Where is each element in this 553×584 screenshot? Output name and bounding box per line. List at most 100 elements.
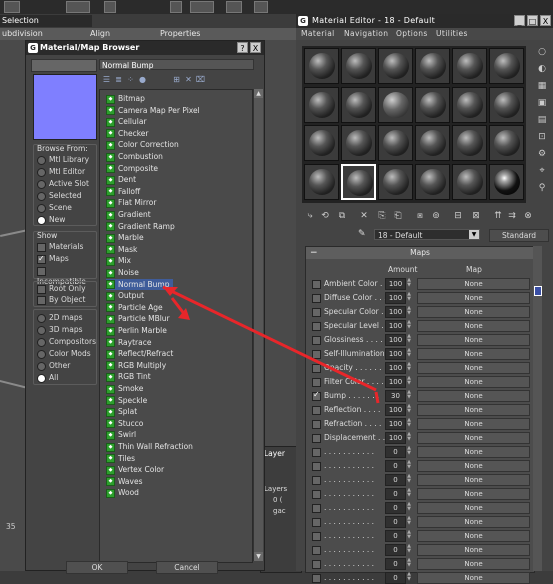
amount-spinner-icon[interactable]: ▲ ▼: [406, 320, 412, 331]
map-list-item[interactable]: ◆ Marble: [106, 232, 144, 243]
map-slot-button[interactable]: None: [417, 446, 530, 458]
toolbar-button[interactable]: [104, 1, 116, 13]
map-enable-checkbox[interactable]: [312, 378, 321, 387]
map-list-item[interactable]: ◆ RGB Multiply: [106, 360, 166, 371]
map-slot-button[interactable]: None: [417, 502, 530, 514]
go-forward-sibling-icon[interactable]: ⇉: [506, 210, 518, 222]
amount-field[interactable]: 0: [385, 530, 406, 542]
reset-map-icon[interactable]: ✕: [358, 210, 370, 222]
sample-slot[interactable]: [452, 48, 487, 84]
amount-spinner-icon[interactable]: ▲ ▼: [406, 558, 412, 569]
menu-material[interactable]: Material: [301, 29, 335, 38]
map-slot-button[interactable]: None: [417, 474, 530, 486]
map-enable-checkbox[interactable]: [312, 420, 321, 429]
sample-slot[interactable]: [304, 163, 339, 200]
sample-slot[interactable]: [304, 125, 339, 161]
show-end-result-icon[interactable]: ⊠: [470, 210, 482, 222]
map-enable-checkbox[interactable]: [312, 350, 321, 359]
amount-field[interactable]: 0: [385, 488, 406, 500]
make-copy-icon[interactable]: ⎘: [376, 210, 388, 222]
map-list-item[interactable]: ◆ Gradient: [106, 209, 151, 220]
radio-3d-maps[interactable]: 3D maps: [37, 324, 83, 335]
amount-field[interactable]: 0: [385, 502, 406, 514]
amount-spinner-icon[interactable]: ▲ ▼: [406, 432, 412, 443]
map-list-item[interactable]: ◆ Swirl: [106, 429, 136, 440]
material-name-dropdown[interactable]: 18 - Default: [374, 229, 480, 240]
check-by-object[interactable]: By Object: [37, 294, 85, 305]
map-enable-checkbox[interactable]: [312, 574, 321, 583]
map-slot-button[interactable]: None: [417, 320, 530, 332]
show-map-icon[interactable]: ⊟: [452, 210, 464, 222]
amount-spinner-icon[interactable]: ▲ ▼: [406, 488, 412, 499]
amount-spinner-icon[interactable]: ▲ ▼: [406, 362, 412, 373]
map-enable-checkbox[interactable]: [312, 448, 321, 457]
sample-slot[interactable]: [415, 163, 450, 200]
scroll-up-icon[interactable]: ▲: [254, 89, 263, 98]
make-preview-icon[interactable]: ⊡: [536, 131, 548, 143]
radio-2d-maps[interactable]: 2D maps: [37, 312, 83, 323]
material-type-button[interactable]: Standard: [489, 229, 549, 242]
map-slot-button[interactable]: None: [417, 278, 530, 290]
map-list-item[interactable]: ◆ Reflect/Refract: [106, 348, 173, 359]
map-enable-checkbox[interactable]: [312, 322, 321, 331]
map-list-item[interactable]: ◆ Bitmap: [106, 93, 145, 104]
map-enable-checkbox[interactable]: [312, 364, 321, 373]
select-by-material-icon[interactable]: ⌖: [536, 165, 548, 177]
sample-slot[interactable]: [304, 86, 339, 123]
sample-slot[interactable]: [341, 86, 376, 123]
map-slot-button[interactable]: None: [417, 362, 530, 374]
radio-other[interactable]: Other: [37, 360, 70, 371]
maximize-button[interactable]: □: [527, 15, 538, 26]
map-enable-checkbox[interactable]: [312, 490, 321, 499]
amount-spinner-icon[interactable]: ▲ ▼: [406, 446, 412, 457]
chevron-down-icon[interactable]: ▼: [469, 230, 479, 239]
ok-button[interactable]: OK: [66, 561, 128, 574]
clear-icon[interactable]: ⌧: [195, 74, 206, 85]
check-maps[interactable]: Maps: [37, 253, 69, 264]
map-list-item[interactable]: ◆ Cellular: [106, 116, 147, 127]
go-to-parent-icon[interactable]: ⇈: [492, 210, 504, 222]
editor-scrollbar[interactable]: [533, 246, 542, 571]
map-slot-button[interactable]: None: [417, 418, 530, 430]
pick-from-object-icon[interactable]: ⊗: [522, 210, 534, 222]
update-scene-icon[interactable]: ⊞: [171, 74, 182, 85]
check-incompatible[interactable]: Incompatible: [37, 265, 96, 286]
small-icons-view-icon[interactable]: ⁘: [125, 74, 136, 85]
sample-slot[interactable]: [304, 48, 339, 84]
sample-slot[interactable]: [378, 163, 413, 200]
maps-rollout-header[interactable]: Maps: [306, 247, 534, 259]
amount-field[interactable]: 100: [385, 432, 406, 444]
amount-field[interactable]: 0: [385, 446, 406, 458]
sample-slot[interactable]: [489, 48, 524, 84]
map-slot-button[interactable]: None: [417, 376, 530, 388]
map-enable-checkbox[interactable]: [312, 336, 321, 345]
map-list-item[interactable]: ◆ Noise: [106, 267, 139, 278]
map-slot-button[interactable]: None: [417, 516, 530, 528]
check-materials[interactable]: Materials: [37, 241, 83, 252]
menu-navigation[interactable]: Navigation: [344, 29, 388, 38]
amount-spinner-icon[interactable]: ▲ ▼: [406, 460, 412, 471]
assign-to-selection-icon[interactable]: ⧉: [336, 210, 348, 222]
layer-item[interactable]: gac: [273, 507, 286, 515]
map-slot-button[interactable]: None: [417, 292, 530, 304]
list-view-icon[interactable]: ☰: [101, 74, 112, 85]
make-unique-icon[interactable]: ⎗: [392, 210, 404, 222]
amount-field[interactable]: 0: [385, 544, 406, 556]
amount-field[interactable]: 0: [385, 474, 406, 486]
map-list[interactable]: ◆ Bitmap ◆ Camera Map Per Pixel ◆ Cellular ◆ Ch…: [99, 89, 253, 563]
map-list-item[interactable]: ◆ Normal Bump: [106, 278, 173, 290]
map-list-item[interactable]: ◆ Particle Age: [106, 302, 163, 313]
map-enable-checkbox[interactable]: [312, 476, 321, 485]
map-list-item[interactable]: ◆ Wood: [106, 487, 139, 498]
map-list-item[interactable]: ◆ Output: [106, 290, 144, 301]
map-enable-checkbox[interactable]: [312, 532, 321, 541]
amount-field[interactable]: 100: [385, 278, 406, 290]
help-button[interactable]: ?: [237, 42, 248, 53]
amount-field[interactable]: 100: [385, 404, 406, 416]
radio-selected[interactable]: Selected: [37, 190, 82, 201]
amount-field[interactable]: 100: [385, 362, 406, 374]
check-root-only[interactable]: Root Only: [37, 283, 86, 294]
radio-mtl-editor[interactable]: Mtl Editor: [37, 166, 85, 177]
amount-field[interactable]: 100: [385, 334, 406, 346]
map-list-item[interactable]: ◆ Falloff: [106, 186, 140, 197]
